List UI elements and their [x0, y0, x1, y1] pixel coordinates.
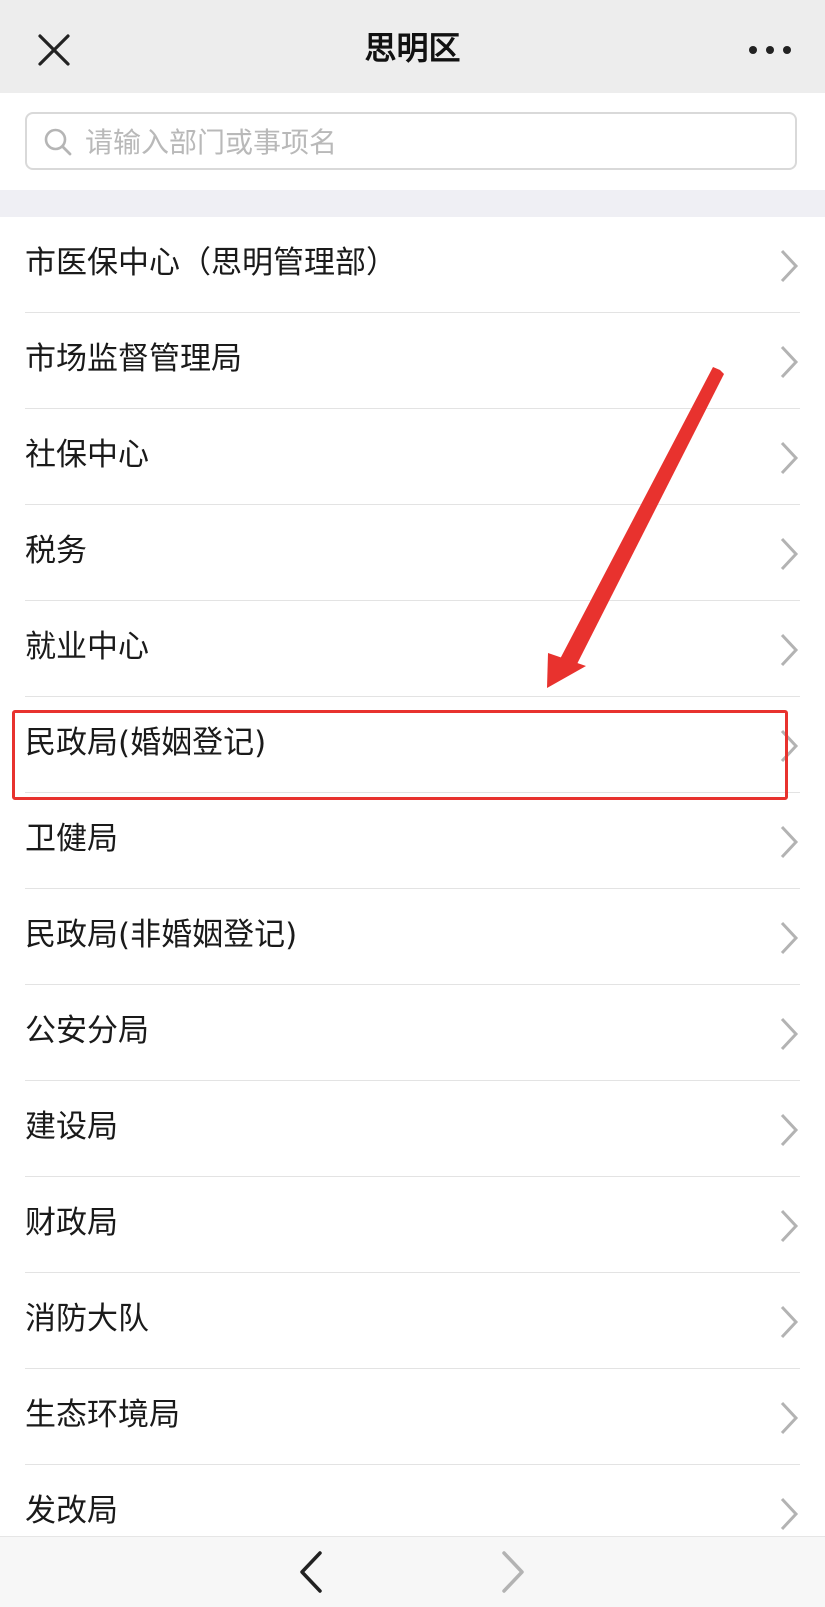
bottom-nav-bar — [0, 1536, 825, 1607]
search-icon — [44, 128, 72, 156]
chevron-right-icon — [780, 1113, 799, 1147]
list-item-label: 就业中心 — [25, 629, 149, 665]
list-item-label: 市医保中心（思明管理部） — [25, 245, 397, 281]
list-item-label: 消防大队 — [25, 1301, 149, 1337]
department-list: 市医保中心（思明管理部） 市场监督管理局 社保中心 税务 就业中心 民政局(婚姻… — [0, 217, 825, 1561]
list-item[interactable]: 财政局 — [25, 1177, 800, 1273]
chevron-right-icon — [780, 633, 799, 667]
list-item[interactable]: 生态环境局 — [25, 1369, 800, 1465]
chevron-right-icon — [780, 1209, 799, 1243]
chevron-right-icon — [780, 1305, 799, 1339]
search-bar — [0, 93, 825, 190]
close-icon[interactable] — [32, 28, 76, 72]
list-item[interactable]: 税务 — [25, 505, 800, 601]
list-item-label: 税务 — [25, 533, 87, 569]
list-item[interactable]: 社保中心 — [25, 409, 800, 505]
title-bar: 思明区 — [0, 0, 825, 93]
chevron-right-icon — [780, 1017, 799, 1051]
list-item[interactable]: 市医保中心（思明管理部） — [25, 217, 800, 313]
list-item[interactable]: 就业中心 — [25, 601, 800, 697]
list-item-label: 社保中心 — [25, 437, 149, 473]
chevron-right-icon — [780, 825, 799, 859]
list-item[interactable]: 消防大队 — [25, 1273, 800, 1369]
chevron-right-icon — [780, 537, 799, 571]
list-item-highlighted[interactable]: 民政局(婚姻登记) — [25, 697, 800, 793]
list-item-label: 民政局(非婚姻登记) — [25, 917, 298, 953]
chevron-right-icon[interactable] — [498, 1549, 528, 1595]
list-item-label: 生态环境局 — [25, 1397, 180, 1433]
list-item[interactable]: 民政局(非婚姻登记) — [25, 889, 800, 985]
chevron-right-icon — [780, 345, 799, 379]
list-item-label: 卫健局 — [25, 821, 118, 857]
search-input[interactable] — [83, 118, 787, 166]
chevron-right-icon — [780, 441, 799, 475]
list-item-label: 民政局(婚姻登记) — [25, 725, 267, 761]
list-item[interactable]: 卫健局 — [25, 793, 800, 889]
page-title: 思明区 — [364, 29, 461, 67]
list-item[interactable]: 市场监督管理局 — [25, 313, 800, 409]
list-item[interactable]: 建设局 — [25, 1081, 800, 1177]
list-item-label: 发改局 — [25, 1493, 118, 1529]
list-item[interactable]: 公安分局 — [25, 985, 800, 1081]
more-icon[interactable] — [745, 28, 795, 72]
chevron-right-icon — [780, 1401, 799, 1435]
chevron-right-icon — [780, 729, 799, 763]
list-item-label: 市场监督管理局 — [25, 341, 242, 377]
section-divider — [0, 190, 825, 217]
chevron-right-icon — [780, 921, 799, 955]
list-item-label: 财政局 — [25, 1205, 118, 1241]
list-item-label: 建设局 — [25, 1109, 118, 1145]
chevron-left-icon[interactable] — [296, 1549, 326, 1595]
chevron-right-icon — [780, 1497, 799, 1531]
list-item-label: 公安分局 — [25, 1013, 149, 1049]
search-box[interactable] — [25, 112, 797, 170]
chevron-right-icon — [780, 249, 799, 283]
